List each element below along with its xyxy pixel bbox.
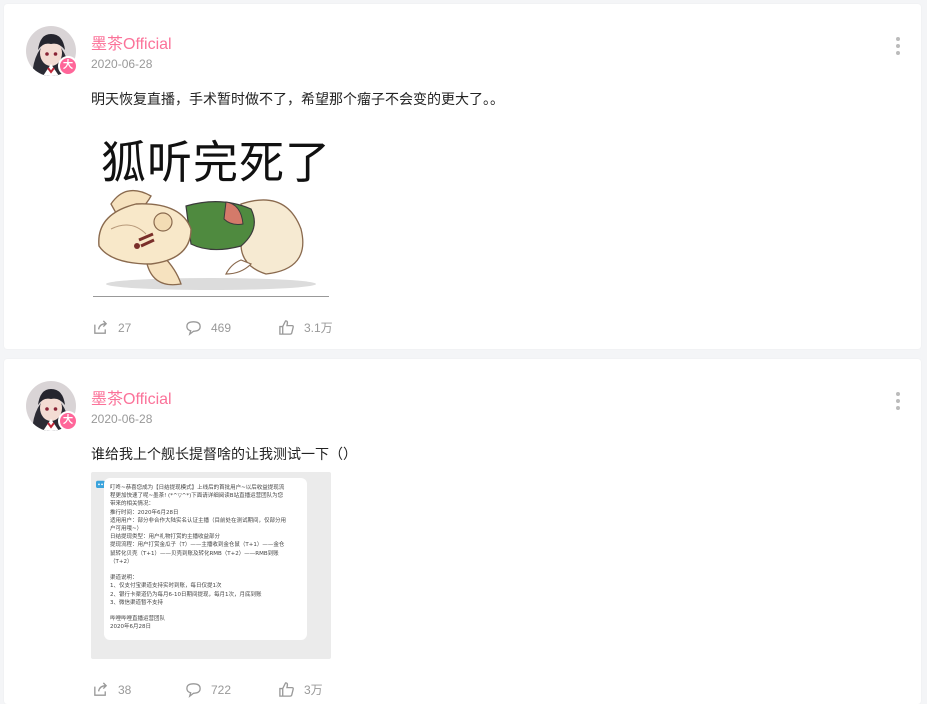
username[interactable]: 墨茶Official: [91, 30, 172, 54]
notice-line: 3、微信渠道暂不支持: [110, 599, 163, 606]
thumbs-up-icon: [279, 320, 294, 335]
more-menu-icon[interactable]: [895, 392, 901, 413]
notice-line: 哔哩哔哩直播运营团队: [110, 616, 166, 623]
comment-button[interactable]: 722: [185, 681, 278, 698]
notice-line: 推行时间：2020年6月28日: [110, 509, 179, 516]
share-button[interactable]: 27: [92, 319, 185, 336]
share-button[interactable]: 38: [92, 681, 185, 698]
vip-badge: 大: [58, 56, 78, 76]
share-count: 38: [118, 682, 132, 697]
notice-line: 1、仅支付宝渠道支持实时到账，每日仅提1次: [110, 583, 222, 590]
thumbs-up-icon: [279, 682, 294, 697]
notice-line: 2、银行卡渠道仍为每月6-10日期间提现，每月1次，月底到账: [110, 591, 262, 598]
notice-line: 渠道说明：: [110, 575, 138, 582]
share-icon: [94, 320, 108, 334]
like-button[interactable]: 3.1万: [278, 319, 378, 336]
share-count: 27: [118, 320, 132, 335]
more-menu-icon[interactable]: [895, 37, 901, 58]
comment-icon: [186, 683, 201, 698]
comment-button[interactable]: 469: [185, 319, 278, 336]
comment-icon: [186, 321, 201, 336]
username[interactable]: 墨茶Official: [91, 385, 172, 409]
vip-badge: 大: [58, 411, 78, 431]
like-count: 3.1万: [304, 321, 333, 335]
comment-count: 722: [211, 682, 232, 697]
notice-line: 日结提现类型：用户礼物打赏的主播收益部分: [110, 534, 221, 541]
like-count: 3万: [304, 683, 323, 697]
post-card: 大 墨茶Official 2020-06-28 明天恢复直播，手术暂时做不了，希…: [4, 4, 921, 349]
notice-line: 鼠转化贝壳（T+1）——贝壳到账及转化RMB（T+2）——RMB到账: [110, 550, 279, 557]
post-image[interactable]: 叮咚~恭喜您成为【日结提现模式】上线后的首批用户~以后收益提现流 程更加快速了呢~…: [91, 472, 331, 659]
avatar[interactable]: 大: [26, 26, 78, 76]
notice-text: 叮咚~恭喜您成为【日结提现模式】上线后的首批用户~以后收益提现流 程更加快速了呢~…: [104, 478, 307, 640]
notice-line: 带来的相关情况：: [110, 501, 155, 508]
post-card: 大 墨茶Official 2020-06-28 谁给我上个舰长提督啥的让我测试一…: [4, 359, 921, 704]
notice-line: 2020年6月28日: [110, 624, 151, 631]
post-date: 2020-06-28: [91, 412, 153, 426]
comment-count: 469: [211, 320, 232, 335]
avatar[interactable]: 大: [26, 381, 78, 431]
like-button[interactable]: 3万: [278, 681, 378, 698]
post-date: 2020-06-28: [91, 57, 153, 71]
notice-line: 适用用户：部分非合作大陆实名认证主播（目前处在测试期间，仅部分用: [110, 517, 287, 524]
notice-line: 户可用哦~）: [110, 526, 143, 533]
fox-illustration: [98, 189, 316, 290]
post-text: 谁给我上个舰长提督啥的让我测试一下（）: [91, 446, 357, 462]
post-actions: 38 722 3万: [92, 681, 378, 698]
share-icon: [94, 682, 108, 696]
notice-line: 叮咚~恭喜您成为【日结提现模式】上线后的首批用户~以后收益提现流: [110, 485, 285, 491]
notice-line: （T+2）: [110, 558, 133, 565]
notice-line: [110, 566, 301, 574]
post-text: 明天恢复直播，手术暂时做不了，希望那个瘤子不会变的更大了。。: [91, 91, 504, 107]
notice-line: 程更加快速了呢~墨茶! (*^▽^*)下面请详细阅读B站直播运营团队为您: [110, 493, 284, 500]
post-actions: 27 469 3.1万: [92, 319, 378, 336]
notice-line: [110, 607, 301, 615]
divider: [93, 296, 329, 297]
notice-line: 提现流程：用户打赏金瓜子（T）——主播收到金仓鼠（T+1）——金仓: [110, 542, 285, 549]
post-image[interactable]: 狐听完死了: [91, 122, 331, 297]
